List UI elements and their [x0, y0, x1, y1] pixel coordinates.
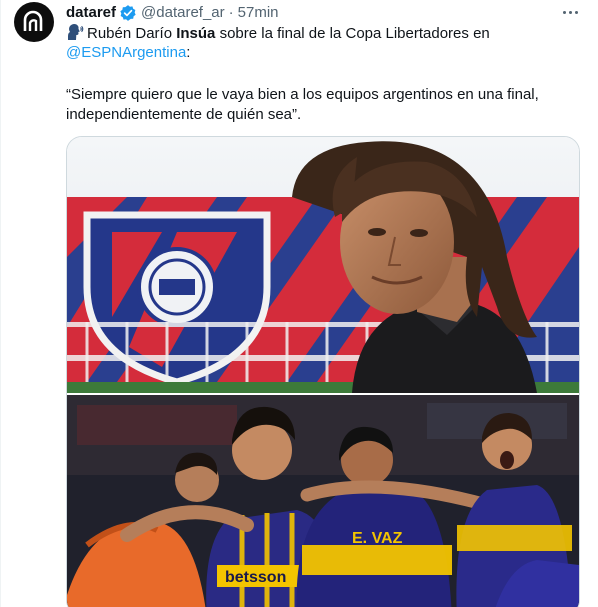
shirt-sponsor-text: betsson: [225, 569, 286, 586]
more-options-button[interactable]: [557, 2, 583, 22]
players-celebration-photo[interactable]: betsson E. VAZ: [67, 395, 579, 607]
timestamp[interactable]: 57min: [238, 3, 279, 23]
more-dots-icon: [562, 10, 566, 14]
coach-portrait-stadium-photo[interactable]: [67, 137, 579, 393]
tweet-header: dataref @dataref_ar · 57min: [66, 3, 279, 23]
tweet-text-line-2: @ESPNArgentina:: [66, 43, 581, 63]
more-dot: [568, 10, 572, 14]
timeline-border: [0, 0, 1, 607]
avatar[interactable]: [14, 2, 54, 42]
mention-suffix: :: [186, 44, 191, 61]
shirt-name-text: E. VAZ: [352, 530, 403, 547]
tweet-media[interactable]: betsson E. VAZ: [66, 136, 580, 607]
separator-dot: ·: [228, 4, 234, 21]
tweet-text: Rubén Darío Insúa sobre la final de la C…: [66, 23, 581, 125]
speaking-head-icon: [68, 24, 84, 40]
text-bold-name: Insúa: [176, 25, 216, 42]
verified-badge-icon: [120, 5, 136, 21]
tweet-text-line-1: Rubén Darío Insúa sobre la final de la C…: [66, 23, 581, 43]
text-line1-rest: sobre la final de la Copa Libertadores e…: [215, 25, 490, 42]
more-dot: [574, 10, 578, 14]
author-handle[interactable]: @dataref_ar: [141, 3, 225, 23]
quote-line-2: independientemente de quién sea”.: [66, 106, 302, 123]
quote-line-1: “Siempre quiero que le vaya bien a los e…: [66, 86, 539, 103]
dataref-logo-icon: [23, 10, 43, 31]
mention-link[interactable]: @ESPNArgentina: [66, 44, 186, 61]
author-name[interactable]: dataref: [66, 3, 116, 23]
text-name-prefix: Rubén Darío: [87, 25, 177, 42]
